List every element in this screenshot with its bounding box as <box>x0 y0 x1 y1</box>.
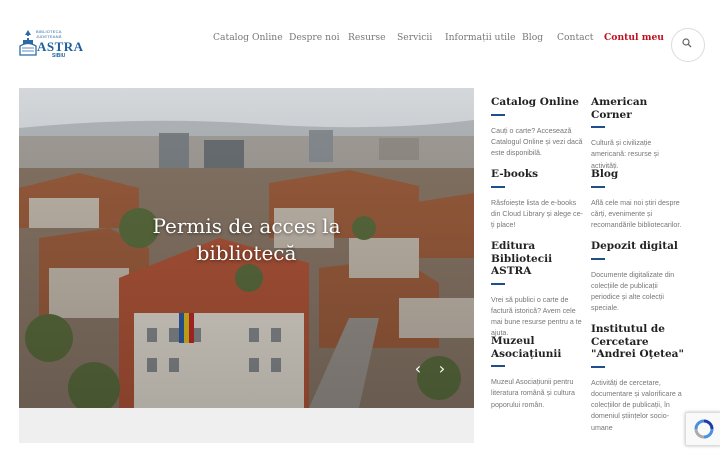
card-text: Cauți o carte? Accesează Catalogul Onlin… <box>491 126 583 158</box>
hero-title[interactable]: Permis de acces la bibliotecă <box>19 213 474 267</box>
card-underline <box>591 185 605 188</box>
card-underline <box>491 113 505 116</box>
card-underline <box>491 365 505 367</box>
card-title[interactable]: Depozit digital <box>591 240 685 253</box>
card-text: Documente digitalizate din colecțiile de… <box>591 270 675 313</box>
card-underline <box>491 282 505 285</box>
nav-blog[interactable]: Blog <box>522 32 543 43</box>
card-title[interactable]: Blog <box>591 168 685 181</box>
library-logo[interactable]: BIBLIOTECA JUDEȚEANĂ ASTRA SIBIU <box>17 26 83 62</box>
card-title[interactable]: Catalog Online <box>491 96 585 109</box>
card-text: Muzeul Asociațiunii pentru literatura ro… <box>491 378 575 409</box>
quick-links-panel: Catalog Online Cauți o carte? Accesează … <box>474 88 702 443</box>
card-american-corner[interactable]: American Corner Cultură și civilizație a… <box>591 96 685 172</box>
logo-sibiu: SIBIU <box>52 53 66 59</box>
card-title[interactable]: Muzeul Asociațiunii <box>491 335 585 360</box>
card-muzeul-asociatiunii[interactable]: Muzeul Asociațiunii Muzeul Asociațiunii … <box>491 335 585 411</box>
recaptcha-badge[interactable] <box>685 412 720 446</box>
card-text: Află cele mai noi știri despre cărți, ev… <box>591 198 682 230</box>
card-depozit-digital[interactable]: Depozit digital Documente digitalizate d… <box>591 240 685 315</box>
card-title[interactable]: E-books <box>491 168 585 181</box>
search-icon <box>682 38 692 48</box>
card-text: Cultură și civilizație americană: resurs… <box>591 139 659 170</box>
nav-contul-meu[interactable]: Contul meu <box>604 32 664 43</box>
search-button[interactable] <box>671 28 705 62</box>
card-underline <box>491 185 505 188</box>
card-editura-bibliotecii-astra[interactable]: Editura Bibliotecii ASTRA Vrei să public… <box>491 240 585 340</box>
card-e-books[interactable]: E-books Răsfoiește lista de e-books din … <box>491 168 585 231</box>
nav-informatii-utile[interactable]: Informații utile <box>445 32 515 43</box>
card-text: Vrei să publici o carte de factură istor… <box>491 295 582 338</box>
card-text: Răsfoiește lista de e-books din Cloud Li… <box>491 198 583 230</box>
card-catalog-online[interactable]: Catalog Online Cauți o carte? Accesează … <box>491 96 585 159</box>
slider-prev-arrow-icon[interactable]: ‹ <box>410 361 426 377</box>
nav-resurse[interactable]: Resurse <box>348 32 386 43</box>
hero-title-line-1: Permis de acces la <box>152 214 341 238</box>
nav-catalog-online[interactable]: Catalog Online <box>213 32 283 43</box>
hero-title-line-2: bibliotecă <box>196 241 297 265</box>
slider-next-arrow-icon[interactable]: › <box>434 361 450 377</box>
card-underline <box>591 126 605 128</box>
hero-slider[interactable]: Permis de acces la bibliotecă ‹ › <box>19 88 474 408</box>
card-text: Activități de cercetare, documentare și … <box>591 378 682 432</box>
card-underline <box>591 365 605 368</box>
card-blog[interactable]: Blog Află cele mai noi știri despre cărț… <box>591 168 685 231</box>
nav-contact[interactable]: Contact <box>557 32 594 43</box>
recaptcha-icon <box>694 419 714 439</box>
nav-despre-noi[interactable]: Despre noi <box>289 32 340 43</box>
card-institutul-de-cercetare[interactable]: Institutul de Cercetare "Andrei Oțetea" … <box>591 323 685 434</box>
nav-servicii[interactable]: Servicii <box>397 32 432 43</box>
card-title[interactable]: American Corner <box>591 96 685 121</box>
card-underline <box>591 257 605 260</box>
card-title[interactable]: Institutul de Cercetare "Andrei Oțetea" <box>591 323 685 361</box>
card-title[interactable]: Editura Bibliotecii ASTRA <box>491 240 585 278</box>
